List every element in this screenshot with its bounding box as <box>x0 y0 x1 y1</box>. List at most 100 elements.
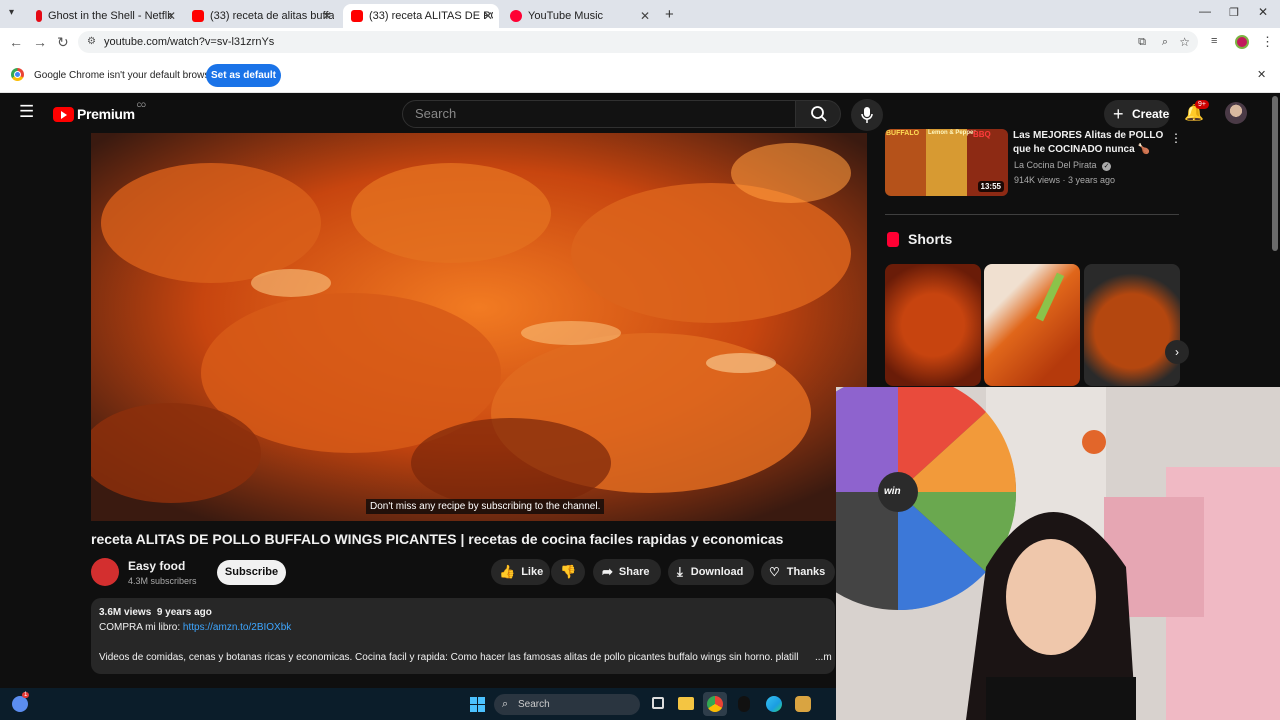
description-prefix: COMPRA mi libro: <box>99 622 183 633</box>
chrome-taskbar-icon[interactable] <box>703 692 727 716</box>
youtube-music-favicon-icon <box>510 10 522 22</box>
tab-title: Ghost in the Shell - Netflix <box>48 10 172 22</box>
close-tab-icon[interactable]: ✕ <box>640 9 650 23</box>
related-video-title[interactable]: Las MEJORES Alitas de POLLO que he COCIN… <box>1013 129 1173 157</box>
account-avatar[interactable] <box>1225 102 1247 124</box>
logo-country: CO <box>136 103 146 109</box>
subscribe-button[interactable]: Subscribe <box>217 560 286 585</box>
related-more-options-icon[interactable]: ⋮ <box>1170 131 1182 145</box>
thanks-button[interactable]: ♡ Thanks <box>761 559 835 585</box>
tab-title: (33) receta ALITAS DE POLLO B <box>369 10 493 22</box>
start-button[interactable] <box>470 697 485 712</box>
search-input[interactable]: Search <box>402 100 796 128</box>
back-icon[interactable]: ← <box>9 34 23 50</box>
logo-text: Premium <box>77 106 135 122</box>
short-thumbnail[interactable] <box>984 264 1080 386</box>
app-icon[interactable] <box>738 696 750 712</box>
bookmark-star-icon[interactable]: ☆ <box>1179 31 1190 53</box>
celery-garnish <box>1035 272 1065 322</box>
close-tab-icon[interactable]: ✕ <box>166 9 176 23</box>
tab-search-icon[interactable]: ▾ <box>9 7 14 18</box>
site-info-icon[interactable]: ⚙ <box>87 31 96 53</box>
thumb-label: BUFFALO <box>886 130 920 137</box>
search-button[interactable] <box>795 100 841 128</box>
dislike-button[interactable]: 👎 <box>551 559 585 585</box>
channel-name[interactable]: Easy food <box>128 559 185 573</box>
install-app-icon[interactable]: ⧉ <box>1138 31 1146 53</box>
related-video-thumbnail[interactable]: BUFFALO Lemon & Pepper BBQ 13:55 <box>885 129 1008 196</box>
minimize-icon[interactable]: — <box>1199 4 1211 18</box>
share-button[interactable]: ➦ Share <box>593 559 661 585</box>
tab-youtube-search[interactable]: (33) receta de alitas buffalo - Yo ✕ <box>184 4 338 28</box>
new-tab-icon[interactable]: + <box>665 6 674 23</box>
close-tab-icon[interactable]: ✕ <box>322 9 332 23</box>
windows-taskbar: 1 ⌕ Search <box>0 688 836 720</box>
tab-title: YouTube Music <box>528 10 604 22</box>
description-link[interactable]: https://amzn.to/2BIOXbk <box>183 622 291 633</box>
description-more[interactable]: ...m <box>815 652 832 663</box>
video-player[interactable]: Don't miss any recipe by subscribing to … <box>91 133 867 521</box>
tab-youtube-music[interactable]: YouTube Music ✕ <box>502 4 656 28</box>
tab-netflix[interactable]: Ghost in the Shell - Netflix ✕ <box>28 4 182 28</box>
page-scrollbar[interactable] <box>1272 96 1278 251</box>
thumb-panel <box>885 129 926 196</box>
short-thumbnail[interactable] <box>1084 264 1180 386</box>
app-icon[interactable] <box>795 696 811 712</box>
notifications-button[interactable]: 🔔 9+ <box>1184 100 1209 123</box>
webcam-image <box>836 387 1280 720</box>
tray-notification-badge: 1 <box>22 692 30 698</box>
edge-icon[interactable] <box>766 696 782 712</box>
share-label: Share <box>618 566 650 578</box>
download-icon: ⤓ <box>677 564 683 579</box>
browser-tab-strip: ▾ Ghost in the Shell - Netflix ✕ (33) re… <box>0 0 1280 28</box>
thumb-panel <box>926 129 967 196</box>
video-description[interactable]: 3.6M views 9 years ago COMPRA mi libro: … <box>91 598 835 674</box>
file-explorer-icon[interactable] <box>678 697 694 710</box>
tab-youtube-video[interactable]: (33) receta ALITAS DE POLLO B ✕ <box>343 4 499 28</box>
forward-icon[interactable]: → <box>33 34 47 50</box>
netflix-favicon-icon <box>36 10 42 22</box>
taskbar-search-input[interactable]: ⌕ Search <box>494 694 640 715</box>
section-divider <box>885 214 1179 215</box>
voice-search-button[interactable] <box>851 99 883 131</box>
shorts-next-button[interactable]: › <box>1165 340 1189 364</box>
create-button[interactable]: + Create <box>1104 100 1170 128</box>
chrome-menu-icon[interactable]: ⋮ <box>1261 34 1274 50</box>
shorts-heading: Shorts <box>908 231 953 247</box>
subscribe-label: Subscribe <box>224 566 279 578</box>
short-thumbnail[interactable] <box>885 264 981 386</box>
restore-icon[interactable]: ❐ <box>1229 6 1239 19</box>
thumbs-up-icon: 👍 <box>499 564 516 579</box>
video-title: receta ALITAS DE POLLO BUFFALO WINGS PIC… <box>91 531 784 547</box>
subscriber-count: 4.3M subscribers <box>128 576 197 586</box>
related-meta: 914K views · 3 years ago <box>1014 175 1116 185</box>
description-line-2: Videos de comidas, cenas y botanas ricas… <box>99 652 799 663</box>
tab-title: (33) receta de alitas buffalo - Yo <box>210 10 334 22</box>
default-browser-infobar: Google Chrome isn't your default browser… <box>0 57 1280 93</box>
browser-toolbar: ← → ↻ ⚙ youtube.com/watch?v=sv-l31zrnYs … <box>0 28 1280 57</box>
related-channel[interactable]: La Cocina Del Pirata ✓ <box>1014 160 1112 171</box>
channel-avatar[interactable] <box>91 558 119 586</box>
thumb-label: Lemon & Pepper <box>928 130 976 136</box>
hamburger-menu-icon[interactable]: ☰ <box>19 102 34 122</box>
reload-icon[interactable]: ↻ <box>57 34 69 51</box>
task-view-icon[interactable] <box>652 697 664 709</box>
tray-app-icon[interactable] <box>12 696 28 712</box>
youtube-header: ☰ Premium CO Search + Create 🔔 9+ <box>0 93 1280 133</box>
set-as-default-button[interactable]: Set as default <box>206 64 281 87</box>
profile-avatar[interactable] <box>1235 35 1249 49</box>
youtube-favicon-icon <box>351 10 363 22</box>
thanks-heart-icon: ♡ <box>769 565 780 579</box>
close-tab-icon[interactable]: ✕ <box>483 9 493 23</box>
close-infobar-icon[interactable]: ✕ <box>1257 68 1266 81</box>
youtube-premium-logo[interactable]: Premium CO <box>53 103 146 123</box>
shorts-logo-icon <box>887 232 899 247</box>
zoom-icon[interactable]: ⌕ <box>1162 31 1168 53</box>
address-bar[interactable]: ⚙ youtube.com/watch?v=sv-l31zrnYs ⧉ ⌕ ☆ <box>78 31 1198 53</box>
like-button[interactable]: 👍 Like <box>491 559 550 585</box>
download-button[interactable]: ⤓ Download <box>668 559 754 585</box>
related-channel-name: La Cocina Del Pirata <box>1014 160 1097 170</box>
video-frame-image <box>91 133 867 521</box>
media-controls-icon[interactable]: ≡ <box>1211 35 1217 47</box>
close-window-icon[interactable]: ✕ <box>1258 5 1268 19</box>
